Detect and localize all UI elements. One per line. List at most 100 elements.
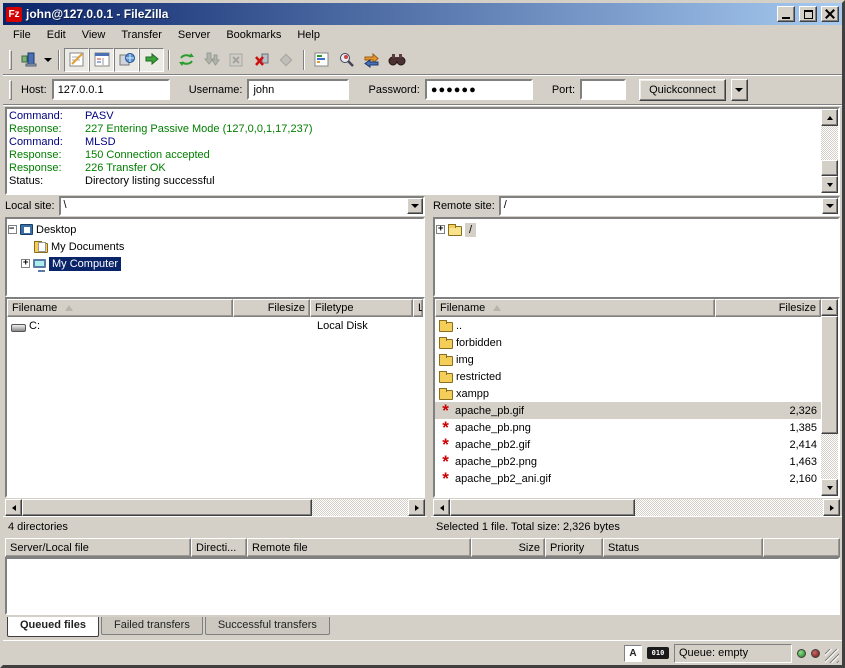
local-site-combo[interactable]: \ [59, 196, 425, 216]
scroll-left-button[interactable] [433, 499, 450, 516]
remote-vscrollbar[interactable] [821, 299, 838, 496]
tab-failed-transfers[interactable]: Failed transfers [101, 617, 203, 635]
reconnect-button[interactable] [274, 48, 299, 72]
scroll-right-button[interactable] [408, 499, 425, 516]
scrollbar-thumb[interactable] [450, 499, 635, 516]
scrollbar-thumb[interactable] [821, 316, 838, 434]
scroll-right-button[interactable] [823, 499, 840, 516]
file-row[interactable]: restricted [435, 368, 821, 385]
sort-ascending-icon [65, 305, 73, 311]
toggle-remote-tree-button[interactable] [114, 48, 139, 72]
host-input[interactable] [52, 79, 170, 100]
column-header-direction[interactable]: Directi... [191, 538, 247, 557]
filter-button[interactable] [309, 48, 334, 72]
tab-successful-transfers[interactable]: Successful transfers [205, 617, 330, 635]
expand-icon[interactable] [436, 225, 445, 234]
process-queue-button[interactable] [199, 48, 224, 72]
resize-grip[interactable] [825, 649, 839, 663]
file-row-c-drive[interactable]: C: Local Disk [7, 317, 423, 334]
scroll-up-button[interactable] [821, 299, 838, 316]
filter-icon [314, 52, 330, 67]
file-row[interactable]: img [435, 351, 821, 368]
queue-body[interactable] [5, 557, 840, 615]
collapse-icon[interactable] [8, 225, 17, 234]
log-text: 150 Connection accepted [85, 149, 210, 162]
title-bar[interactable]: Fz john@127.0.0.1 - FileZilla [3, 3, 842, 25]
tree-item-my-documents[interactable]: My Documents [8, 238, 422, 255]
column-header-filename[interactable]: Filename [435, 299, 715, 317]
file-row[interactable]: *apache_pb2_ani.gif2,160 [435, 470, 821, 487]
menu-bookmarks[interactable]: Bookmarks [218, 27, 289, 43]
column-header-filename[interactable]: Filename [7, 299, 233, 317]
file-row[interactable]: xampp [435, 385, 821, 402]
find-files-button[interactable] [384, 48, 409, 72]
log-scrollbar[interactable] [821, 109, 838, 193]
toggle-local-tree-button[interactable] [89, 48, 114, 72]
compare-directories-button[interactable] [334, 48, 359, 72]
site-manager-dropdown[interactable] [41, 48, 54, 72]
column-header-status[interactable]: Status [603, 538, 763, 557]
file-row-selected[interactable]: *apache_pb.gif2,326 [435, 402, 821, 419]
column-header-remote-file[interactable]: Remote file [247, 538, 471, 557]
local-hscrollbar[interactable] [5, 499, 425, 516]
column-header-size[interactable]: Size [471, 538, 545, 557]
cancel-operation-button[interactable] [224, 48, 249, 72]
refresh-button[interactable] [174, 48, 199, 72]
column-header-filesize[interactable]: Filesize [233, 299, 310, 317]
arrow-right-icon [415, 505, 419, 511]
scrollbar-thumb[interactable] [22, 499, 312, 516]
toggle-transfer-queue-button[interactable] [139, 48, 164, 72]
menu-file[interactable]: File [5, 27, 39, 43]
menu-view[interactable]: View [74, 27, 114, 43]
file-row[interactable]: forbidden [435, 334, 821, 351]
remote-site-bar: Remote site: / [431, 195, 842, 217]
remote-site-combo[interactable]: / [499, 196, 840, 216]
disconnect-button[interactable] [249, 48, 274, 72]
file-row[interactable]: *apache_pb2.png1,463 [435, 453, 821, 470]
menu-help[interactable]: Help [289, 27, 328, 43]
tab-queued-files[interactable]: Queued files [7, 617, 99, 637]
tree-item-my-computer[interactable]: My Computer [8, 255, 422, 272]
quickconnect-grip[interactable] [9, 80, 12, 100]
site-manager-button[interactable] [16, 48, 41, 72]
quickconnect-button[interactable]: Quickconnect [639, 79, 726, 101]
scroll-down-button[interactable] [821, 176, 838, 193]
minimize-button[interactable] [777, 6, 795, 22]
menu-server[interactable]: Server [170, 27, 218, 43]
tree-item-root[interactable]: / [436, 221, 837, 238]
scroll-left-button[interactable] [5, 499, 22, 516]
synchronized-browsing-button[interactable] [359, 48, 384, 72]
transfer-queue-icon [144, 52, 160, 67]
expand-icon[interactable] [21, 259, 30, 268]
log-label: Response: [9, 123, 85, 136]
password-input[interactable] [425, 79, 533, 100]
file-row[interactable]: *apache_pb2.gif2,414 [435, 436, 821, 453]
arrow-up-icon [827, 306, 833, 310]
binary-indicator-icon[interactable] [647, 647, 669, 659]
column-header-priority[interactable]: Priority [545, 538, 603, 557]
folder-icon [439, 373, 453, 383]
file-row[interactable]: *apache_pb.png1,385 [435, 419, 821, 436]
ascii-indicator-icon[interactable] [624, 645, 642, 662]
maximize-button[interactable] [799, 6, 817, 22]
column-header-server-local-file[interactable]: Server/Local file [5, 538, 191, 557]
scroll-up-button[interactable] [821, 109, 838, 126]
local-site-dropdown[interactable] [407, 198, 423, 214]
scroll-down-button[interactable] [821, 479, 838, 496]
close-button[interactable] [821, 6, 839, 22]
toggle-message-log-button[interactable] [64, 48, 89, 72]
column-header-lastmodified[interactable]: L [413, 299, 423, 317]
toolbar-grip[interactable] [9, 50, 12, 70]
quickconnect-dropdown[interactable] [731, 79, 748, 101]
column-header-filetype[interactable]: Filetype [310, 299, 413, 317]
remote-site-dropdown[interactable] [822, 198, 838, 214]
menu-edit[interactable]: Edit [39, 27, 74, 43]
column-header-filesize[interactable]: Filesize [715, 299, 821, 317]
menu-transfer[interactable]: Transfer [113, 27, 170, 43]
file-row[interactable]: .. [435, 317, 821, 334]
scrollbar-thumb[interactable] [821, 160, 838, 176]
username-input[interactable] [247, 79, 349, 100]
remote-hscrollbar[interactable] [433, 499, 840, 516]
port-input[interactable] [580, 79, 626, 100]
tree-item-desktop[interactable]: Desktop [8, 221, 422, 238]
